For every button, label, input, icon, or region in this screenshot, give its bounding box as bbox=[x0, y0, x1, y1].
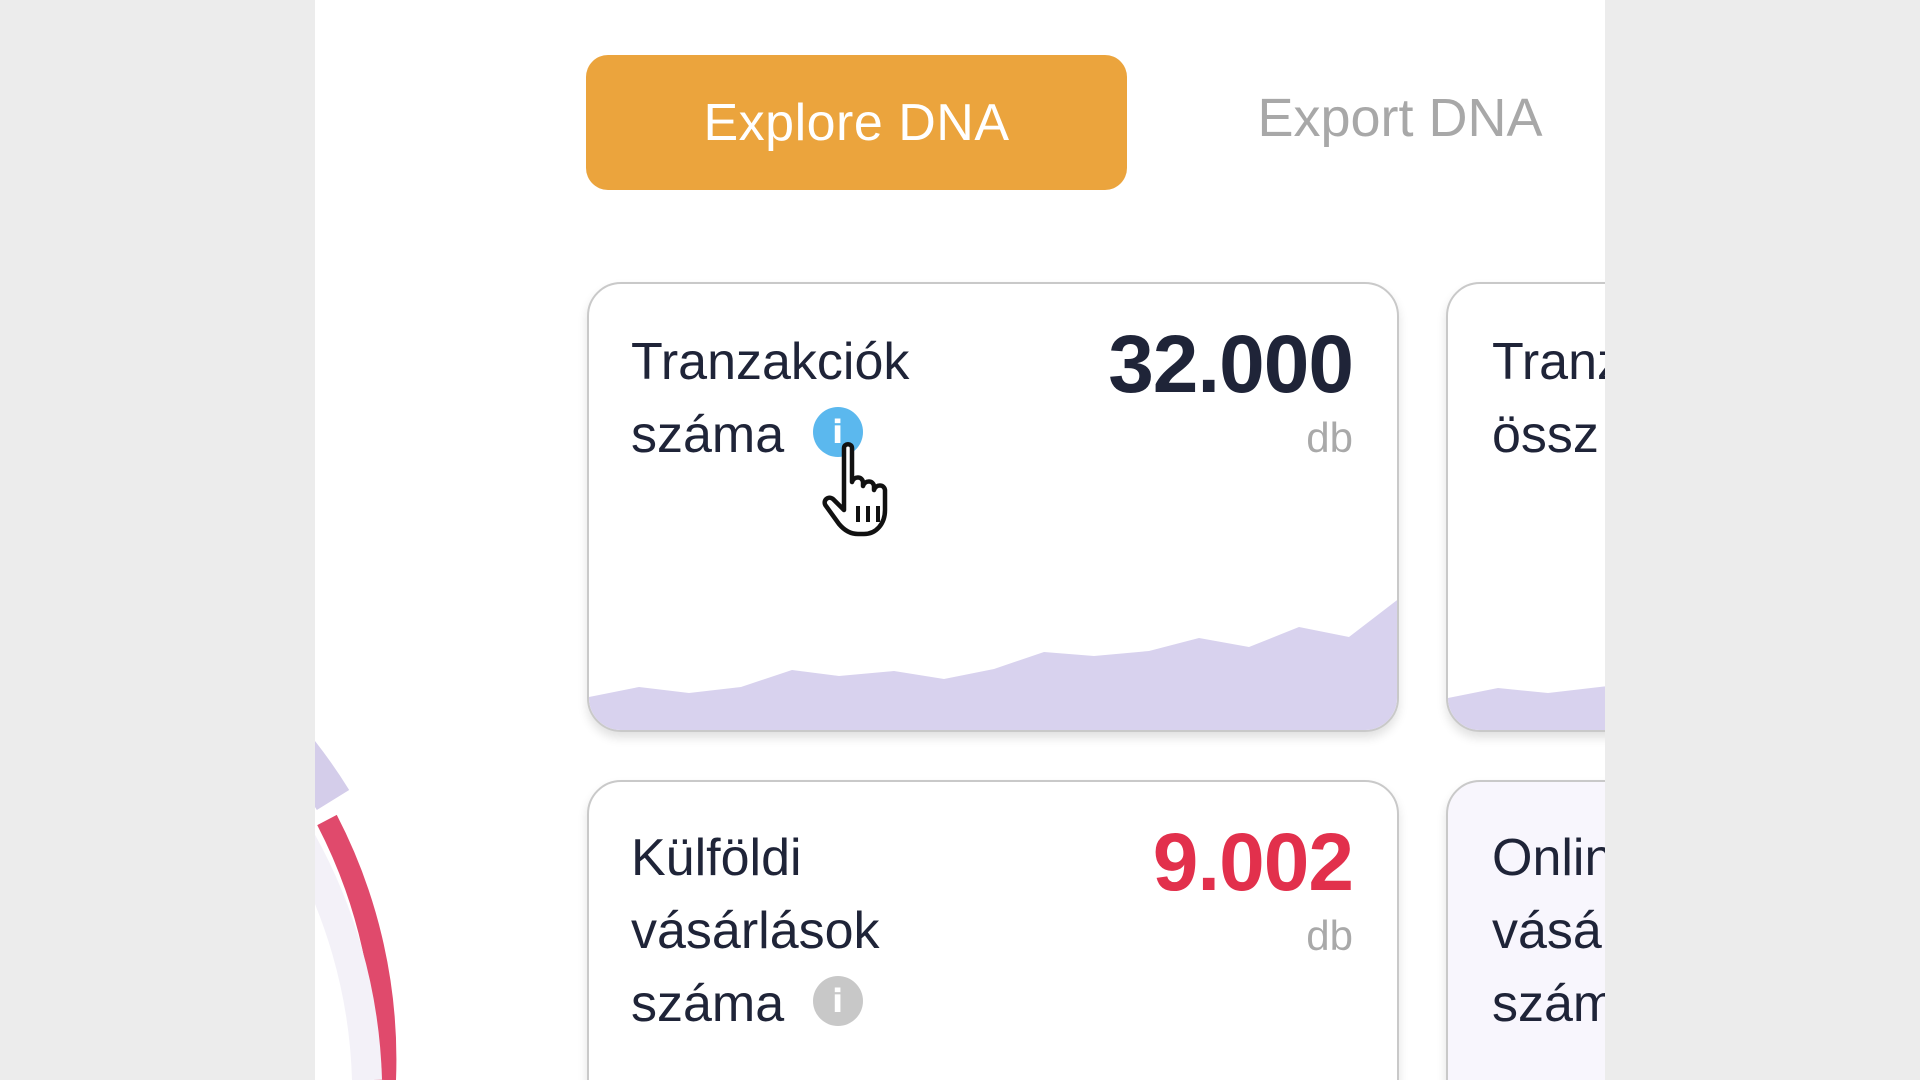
card-online-purchases[interactable]: Onlin vásá szám bbox=[1446, 780, 1605, 1080]
card-title: Tranzakciók száma i bbox=[631, 326, 909, 472]
card-title-line: szám bbox=[1492, 975, 1605, 1033]
sparkline-chart bbox=[589, 600, 1397, 730]
dashboard-panel: Explore DNA Export DNA Tranzakciók száma… bbox=[315, 0, 1605, 1080]
card-title-line: száma i bbox=[631, 399, 909, 472]
card-unit: db bbox=[1306, 414, 1353, 461]
card-title: Onlin vásá szám bbox=[1492, 822, 1605, 1041]
card-title-line: Tranz bbox=[1492, 333, 1605, 391]
card-transactions-total[interactable]: Tranz össz bbox=[1446, 282, 1605, 732]
card-transactions-count[interactable]: Tranzakciók száma i 32.000 db bbox=[587, 282, 1399, 732]
card-foreign-purchases[interactable]: Külföldi vásárlások száma i 9.002 db bbox=[587, 780, 1399, 1080]
card-value: 9.002 bbox=[1152, 817, 1354, 908]
card-title: Tranz össz bbox=[1492, 326, 1605, 472]
info-icon[interactable]: i bbox=[812, 407, 863, 458]
card-value: 32.000 bbox=[1108, 319, 1354, 410]
card-unit: db bbox=[1306, 912, 1353, 959]
sparkline-chart bbox=[1448, 686, 1605, 730]
card-title: Külföldi vásárlások száma i bbox=[631, 822, 880, 1041]
card-title-line: vásárlások bbox=[631, 902, 880, 960]
card-title-line: össz bbox=[1492, 406, 1599, 464]
gauge-chart-edge bbox=[315, 741, 397, 1080]
card-title-line: száma i bbox=[631, 968, 880, 1041]
tab-export-dna[interactable]: Export DNA bbox=[1235, 55, 1565, 180]
card-title-line: vásá bbox=[1492, 902, 1602, 960]
info-icon[interactable]: i bbox=[812, 976, 863, 1027]
card-title-line: Onlin bbox=[1492, 829, 1605, 887]
card-title-line: Tranzakciók bbox=[631, 333, 910, 391]
card-title-text: száma bbox=[631, 975, 785, 1033]
tab-explore-dna[interactable]: Explore DNA bbox=[586, 55, 1127, 190]
card-title-text: száma bbox=[631, 406, 785, 464]
card-title-line: Külföldi bbox=[631, 829, 802, 887]
